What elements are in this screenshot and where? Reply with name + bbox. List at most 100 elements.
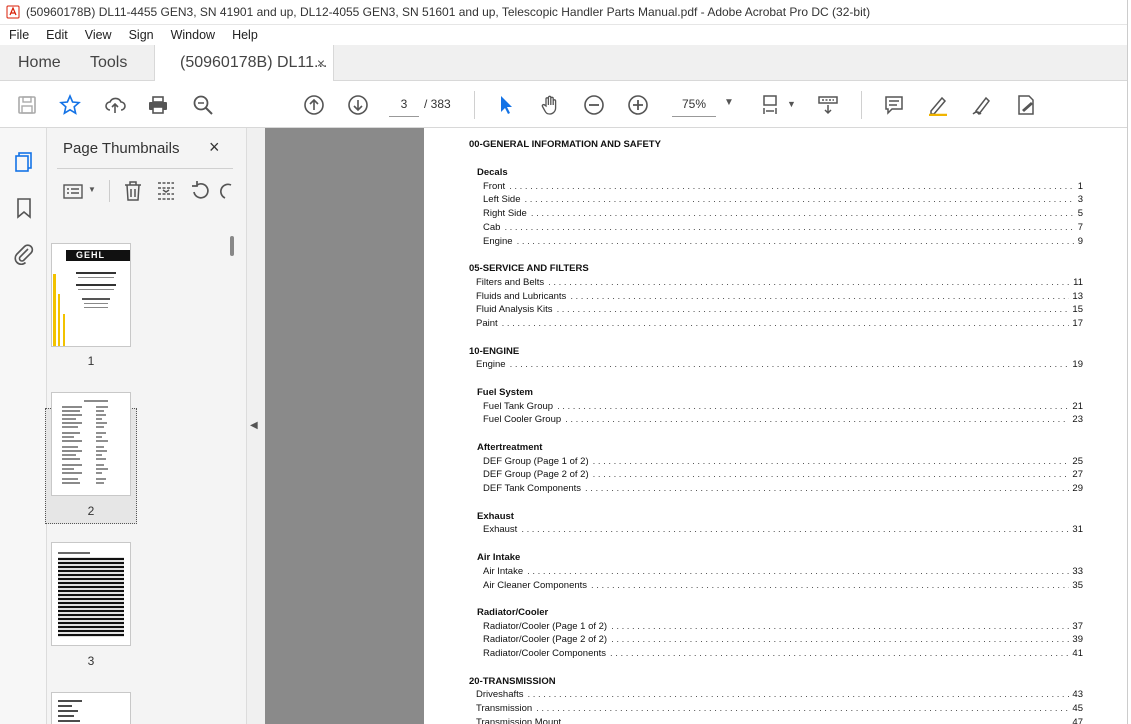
pdf-page: 00-GENERAL INFORMATION AND SAFETY Decals F… [424,128,1131,724]
toc-entry[interactable]: Fluids and Lubricants...................… [476,291,1083,302]
toc-entry-label: Engine [483,236,513,247]
toc-entry-page: 9 [1077,236,1083,247]
close-panel-icon[interactable]: × [209,137,220,158]
toc-entry[interactable]: Filters and Belts.......................… [476,277,1083,288]
toc-entry[interactable]: DEF Tank Components.....................… [483,483,1083,494]
page-up-icon[interactable] [302,93,326,117]
toc-entry[interactable]: Driveshafts.............................… [476,689,1083,700]
toc-entry[interactable]: Radiator/Cooler (Page 1 of 2)...........… [483,621,1083,632]
window-title: (50960178B) DL11-4455 GEN3, SN 41901 and… [26,5,871,19]
star-icon[interactable] [58,93,82,117]
panel-scrollbar[interactable] [230,236,234,256]
toc-entry[interactable]: Paint...................................… [476,318,1083,329]
thumbnail-options-icon[interactable] [63,180,85,202]
toc-entry-label: Cab [483,222,501,233]
collapse-panel-icon[interactable]: ◀ [250,420,258,431]
toc-entry[interactable]: Engine..................................… [476,359,1083,370]
thumbnail-page-1[interactable]: GEHL [51,243,131,347]
menu-file[interactable]: File [0,28,37,42]
toc-entry[interactable]: Transmission............................… [476,703,1083,714]
rotate-clockwise-icon[interactable] [219,180,233,202]
toolbar: ▼ [0,81,1131,128]
toc-section-title: 05-SERVICE AND FILTERS [469,263,589,274]
toc-section-title: 20-TRANSMISSION [469,676,556,687]
toc-entry[interactable]: Right Side..............................… [483,208,1083,219]
toolbar-separator [861,91,862,119]
tab-home[interactable]: Home [18,45,61,81]
toc-entry-page: 27 [1072,469,1083,480]
toc-leader-dots: ........................................… [556,304,1070,315]
toc-entry[interactable]: Transmission Mount......................… [476,717,1083,724]
toc-entry-label: Radiator/Cooler (Page 2 of 2) [483,634,608,645]
toc-entry[interactable]: DEF Group (Page 2 of 2).................… [483,469,1083,480]
page-down-icon[interactable] [346,93,370,117]
fill-sign-icon[interactable] [1014,93,1038,117]
cover-text-line [82,298,110,300]
thumbnail-label-3: 3 [87,654,95,668]
upload-icon[interactable] [103,93,127,117]
draw-pen-icon[interactable] [970,93,994,117]
rotate-page-icon[interactable] [189,180,211,202]
save-icon[interactable] [15,93,39,117]
thumbnail-page-4[interactable] [51,692,131,724]
toc-entry-page: 1 [1077,181,1083,192]
zoom-in-icon[interactable] [626,93,650,117]
toc-entry[interactable]: Engine..................................… [483,236,1083,247]
toc-entry[interactable]: Radiator/Cooler Components..............… [483,648,1083,659]
extract-pages-icon[interactable] [155,180,177,202]
toc-entry-label: DEF Group (Page 1 of 2) [483,456,589,467]
toc-entry-label: Engine [476,359,506,370]
page-number-input[interactable] [389,92,419,117]
scroll-mode-icon[interactable] [816,93,840,117]
print-icon[interactable] [146,93,170,117]
toc-entry[interactable]: Air Intake..............................… [483,566,1083,577]
select-cursor-icon[interactable] [494,93,518,117]
toc-entry[interactable]: Fuel Tank Group.........................… [483,401,1083,412]
toc-entry[interactable]: Front...................................… [483,181,1083,192]
toc-entry[interactable]: Left Side...............................… [483,194,1083,205]
thumbnail-options-dropdown-icon[interactable]: ▼ [88,185,96,194]
toc-entry-page: 11 [1073,277,1083,288]
highlight-pen-icon[interactable] [926,93,950,117]
hand-tool-icon[interactable] [538,93,562,117]
tab-document[interactable]: (50960178B) DL11... × [154,45,334,81]
zoom-dropdown-icon[interactable]: ▼ [724,97,734,108]
toc-entry-label: Radiator/Cooler (Page 1 of 2) [483,621,608,632]
viewport-gutter [265,128,424,724]
zoom-out-icon[interactable] [582,93,606,117]
tab-tools[interactable]: Tools [90,45,127,81]
toc-entry[interactable]: DEF Group (Page 1 of 2).................… [483,456,1083,467]
toc-entry[interactable]: Exhaust.................................… [483,524,1083,535]
toc-leader-dots: ........................................… [527,566,1069,577]
delete-page-icon[interactable] [122,180,144,202]
attachment-icon[interactable] [12,242,36,266]
menu-sign[interactable]: Sign [120,28,162,42]
zoom-search-icon[interactable] [191,93,215,117]
bookmark-icon[interactable] [12,196,36,220]
fit-dropdown-icon[interactable]: ▼ [787,99,796,109]
toc-entry[interactable]: Fluid Analysis Kits.....................… [476,304,1083,315]
toc-entry[interactable]: Air Cleaner Components..................… [483,580,1083,591]
menu-window[interactable]: Window [162,28,223,42]
fit-page-icon[interactable] [760,93,784,117]
menu-view[interactable]: View [76,28,120,42]
toc-entry-page: 37 [1072,621,1083,632]
close-tab-icon[interactable]: × [317,55,325,71]
toc-entry[interactable]: Radiator/Cooler (Page 2 of 2)...........… [483,634,1083,645]
zoom-level-input[interactable] [672,92,716,117]
panel-tool-separator [109,180,110,202]
thumbnail-page-2[interactable] [51,392,131,496]
toc-entry-label: Front [483,181,506,192]
page-4-preview [58,700,82,722]
toolbar-separator [474,91,475,119]
comment-icon[interactable] [882,93,906,117]
toc-leader-dots: ........................................… [592,456,1070,467]
page-thumbnails-icon[interactable] [12,150,36,174]
menu-help[interactable]: Help [223,28,266,42]
menu-edit[interactable]: Edit [37,28,76,42]
thumbnail-page-3[interactable] [51,542,131,646]
cover-text-line [78,277,114,278]
toc-entry[interactable]: Cab.....................................… [483,222,1083,233]
toc-entry[interactable]: Fuel Cooler Group.......................… [483,414,1083,425]
toc-entry-label: Fuel Cooler Group [483,414,562,425]
